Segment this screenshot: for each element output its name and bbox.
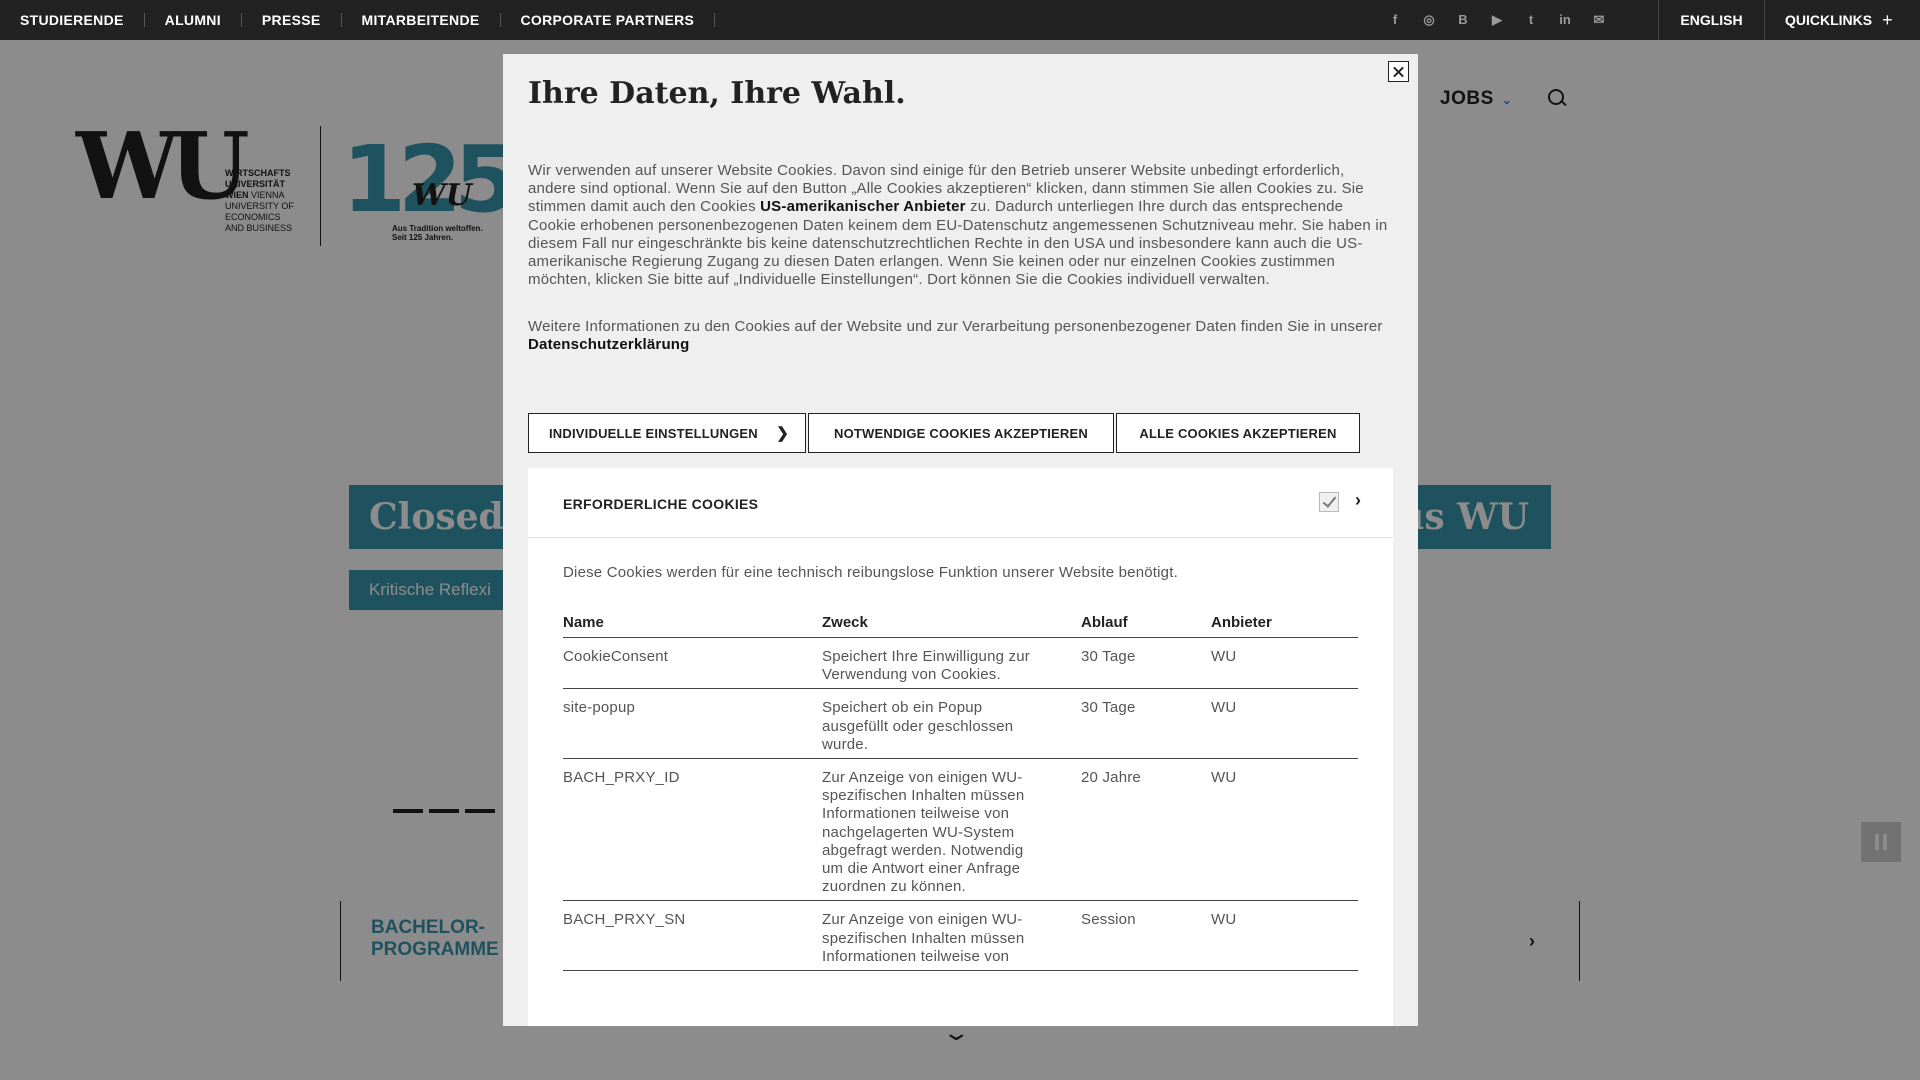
cookie-expiry: Session — [1081, 900, 1211, 972]
individual-settings-button[interactable]: INDIVIDUELLE EINSTELLUNGEN ❯ — [528, 413, 806, 453]
table-row: BACH_PRXY_ID Zur Anzeige von einigen WU-… — [563, 758, 1358, 902]
cookie-purpose: Speichert Ihre Einwilligung zur Verwendu… — [822, 637, 1081, 690]
linkedin-icon[interactable]: in — [1555, 12, 1575, 28]
cookie-name: CookieConsent — [563, 637, 822, 690]
cookie-purpose: Speichert ob ein Popup ausgefüllt oder g… — [822, 688, 1081, 760]
social-links: f ◎ B ▶ t in ✉ — [1385, 0, 1609, 40]
plus-icon: + — [1882, 9, 1893, 30]
nav-studierende[interactable]: STUDIERENDE — [20, 13, 145, 27]
cookie-expiry: 30 Tage — [1081, 688, 1211, 760]
cookie-purpose: Zur Anzeige von einigen WU-spezifischen … — [822, 758, 1081, 902]
close-icon[interactable] — [1388, 61, 1409, 82]
cookie-expiry: 20 Jahre — [1081, 758, 1211, 902]
privacy-policy-link[interactable]: Datenschutzerklärung — [528, 336, 690, 353]
col-purpose: Zweck — [822, 608, 1081, 638]
privacy-text: Weitere Informationen zu den Cookies auf… — [528, 318, 1393, 354]
table-header-row: Name Zweck Ablauf Anbieter — [563, 608, 1358, 638]
accept-necessary-button[interactable]: NOTWENDIGE COOKIES AKZEPTIEREN — [808, 413, 1114, 453]
cookie-expiry: 30 Tage — [1081, 637, 1211, 690]
cookie-provider: WU — [1211, 688, 1358, 760]
youtube-icon[interactable]: ▶ — [1487, 12, 1507, 28]
cookie-provider: WU — [1211, 758, 1358, 902]
required-cookies-description: Diese Cookies werden für eine technisch … — [563, 564, 1178, 581]
chevron-right-icon[interactable]: › — [1355, 490, 1361, 511]
audience-nav: STUDIERENDE ALUMNI PRESSE MITARBEITENDE … — [0, 0, 716, 40]
accept-all-button[interactable]: ALLE COOKIES AKZEPTIEREN — [1116, 413, 1360, 453]
cookie-name: BACH_PRXY_ID — [563, 758, 822, 902]
chevron-right-icon: ❯ — [776, 425, 789, 442]
col-expiry: Ablauf — [1081, 608, 1211, 638]
required-cookies-checkbox — [1319, 492, 1339, 512]
nav-alumni[interactable]: ALUMNI — [145, 13, 242, 27]
quicklinks-label: QUICKLINKS — [1785, 12, 1873, 28]
cookie-name: BACH_PRXY_SN — [563, 900, 822, 972]
cookie-name: site-popup — [563, 688, 822, 760]
nav-presse[interactable]: PRESSE — [242, 13, 342, 27]
table-row: CookieConsent Speichert Ihre Einwilligun… — [563, 637, 1358, 690]
cookie-table: Name Zweck Ablauf Anbieter CookieConsent… — [563, 608, 1358, 972]
facebook-icon[interactable]: f — [1385, 12, 1405, 28]
required-cookies-label: ERFORDERLICHE COOKIES — [563, 496, 759, 512]
us-providers-link[interactable]: US-amerikanischer Anbieter — [760, 198, 966, 215]
col-name: Name — [563, 608, 822, 638]
table-row: BACH_PRXY_SN Zur Anzeige von einigen WU-… — [563, 900, 1358, 972]
top-bar: STUDIERENDE ALUMNI PRESSE MITARBEITENDE … — [0, 0, 1920, 40]
blog-icon[interactable]: B — [1453, 12, 1473, 28]
individual-settings-label: INDIVIDUELLE EINSTELLUNGEN — [549, 425, 758, 441]
required-cookies-header[interactable]: ERFORDERLICHE COOKIES › — [528, 468, 1393, 538]
newsletter-icon[interactable]: ✉ — [1589, 12, 1609, 28]
cookie-consent-dialog: Ihre Daten, Ihre Wahl. Wir verwenden auf… — [503, 54, 1418, 1026]
privacy-text-part: Weitere Informationen zu den Cookies auf… — [528, 318, 1383, 335]
quicklinks-button[interactable]: QUICKLINKS + — [1764, 0, 1920, 40]
cookie-purpose: Zur Anzeige von einigen WU-spezifischen … — [822, 900, 1081, 972]
cookie-provider: WU — [1211, 637, 1358, 690]
required-cookies-panel: ERFORDERLICHE COOKIES › Diese Cookies we… — [528, 468, 1393, 1026]
dialog-title: Ihre Daten, Ihre Wahl. — [528, 76, 906, 111]
cookie-provider: WU — [1211, 900, 1358, 972]
nav-corporate-partners[interactable]: CORPORATE PARTNERS — [501, 13, 716, 27]
table-row: site-popup Speichert ob ein Popup ausgef… — [563, 688, 1358, 760]
twitter-icon[interactable]: t — [1521, 12, 1541, 28]
consent-text: Wir verwenden auf unserer Website Cookie… — [528, 162, 1393, 289]
top-right-links: ENGLISH QUICKLINKS + — [1658, 0, 1920, 40]
instagram-icon[interactable]: ◎ — [1419, 12, 1439, 28]
nav-mitarbeitende[interactable]: MITARBEITENDE — [342, 13, 501, 27]
col-provider: Anbieter — [1211, 608, 1358, 638]
language-english-link[interactable]: ENGLISH — [1658, 0, 1764, 40]
